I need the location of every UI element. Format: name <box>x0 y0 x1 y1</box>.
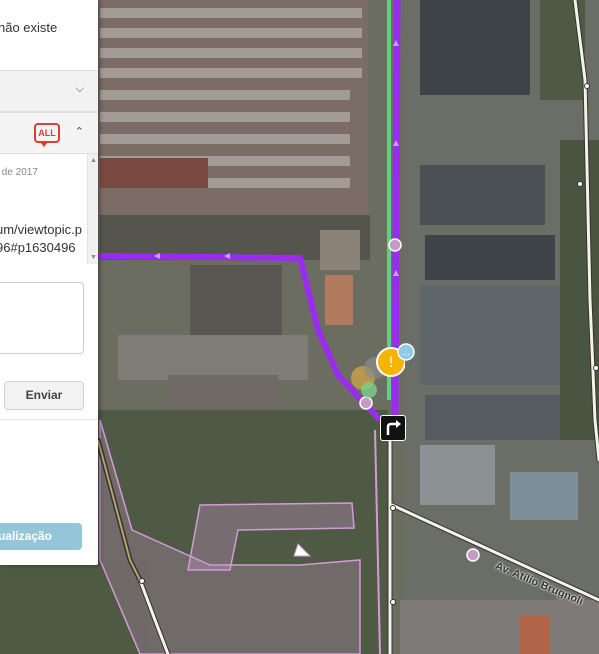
collapsed-section[interactable]: ⌵ <box>0 70 98 112</box>
send-button[interactable]: Enviar <box>4 381 84 410</box>
message-preview: não existe <box>0 0 98 69</box>
side-panel: não existe ⌵ ALL ⌃ y de 2017 um/viewtopi… <box>0 0 98 565</box>
post-link-line2[interactable]: 96#p1630496 <box>0 240 76 255</box>
divider <box>0 419 98 420</box>
scroll-down-icon[interactable]: ▼ <box>90 254 97 261</box>
update-button[interactable]: ualização <box>0 523 82 550</box>
post-date: y de 2017 <box>0 167 38 178</box>
chat-message-input[interactable] <box>0 282 84 354</box>
comment-marker-icon[interactable]: … <box>396 342 416 362</box>
turn-right-icon[interactable] <box>380 415 406 441</box>
chat-scrollbar[interactable]: ▲ ▼ <box>87 154 98 264</box>
all-badge-label: ALL <box>38 128 56 138</box>
svg-text:…: … <box>402 348 410 357</box>
svg-text:!: ! <box>388 355 394 371</box>
message-text: não existe <box>0 20 58 35</box>
scroll-up-icon[interactable]: ▲ <box>90 157 97 164</box>
chevron-up-icon[interactable]: ⌃ <box>75 125 84 138</box>
all-chat-icon[interactable]: ALL <box>34 123 60 147</box>
chat-post: y de 2017 um/viewtopic.p 96#p1630496 <box>0 154 98 264</box>
chat-section-header[interactable]: ALL ⌃ <box>0 112 98 154</box>
post-link-line1[interactable]: um/viewtopic.p <box>0 222 82 237</box>
chevron-down-icon[interactable]: ⌵ <box>76 83 84 96</box>
